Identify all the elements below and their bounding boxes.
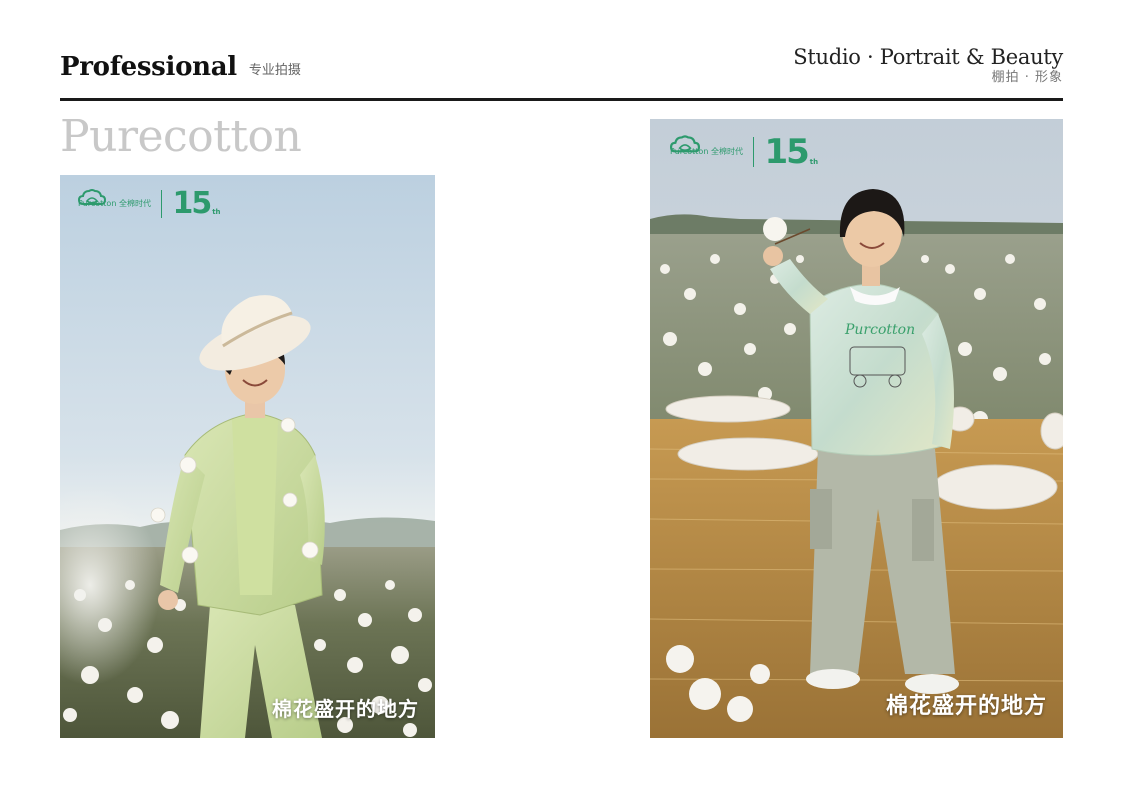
anniversary-number: 15 — [764, 132, 809, 172]
photo-2-illustration: Purcotton — [650, 119, 1063, 738]
cotton-cloud-icon — [78, 189, 106, 205]
brand-subtitle: 专业拍摄 — [248, 63, 301, 78]
logo-divider — [160, 190, 163, 218]
purcotton-logo: Purcotton 全棉时代 15th — [78, 189, 221, 219]
section-title: Purecotton — [60, 111, 302, 162]
anniversary-badge: 15th — [172, 189, 220, 219]
header-divider — [60, 98, 1063, 101]
portfolio-page: Professional 专业拍摄 Studio · Portrait & Be… — [0, 0, 1123, 794]
anniversary-suffix: th — [809, 158, 819, 166]
anniversary-suffix: th — [212, 208, 221, 216]
slogan-text: 棉花盛开的地方 — [272, 697, 419, 721]
photo-boy-in-green-suit: Purcotton 全棉时代 15th 棉花盛开的地方 — [60, 175, 435, 738]
logo-divider — [752, 137, 755, 167]
purcotton-logo: Purcotton 全棉时代 15th — [670, 135, 818, 169]
header-studio: Studio · Portrait & Beauty 棚拍 · 形象 — [793, 44, 1063, 86]
sweater-print: Purcotton — [844, 322, 915, 338]
studio-title: Studio · Portrait & Beauty — [793, 45, 1063, 69]
photo-boy-holding-cotton: Purcotton Purcotton 全棉时代 15 th 棉花盛开的地方 — [650, 119, 1063, 738]
brand-title: Professional — [60, 52, 237, 82]
studio-subtitle: 棚拍 · 形象 — [991, 70, 1063, 85]
header-brand: Professional 专业拍摄 — [60, 52, 301, 82]
anniversary-badge: 15th — [764, 135, 818, 169]
photo-1-illustration — [60, 175, 435, 738]
anniversary-number: 15 — [172, 186, 212, 221]
slogan-text: 棉花盛开的地方 — [885, 694, 1047, 719]
cotton-cloud-icon — [670, 135, 700, 153]
